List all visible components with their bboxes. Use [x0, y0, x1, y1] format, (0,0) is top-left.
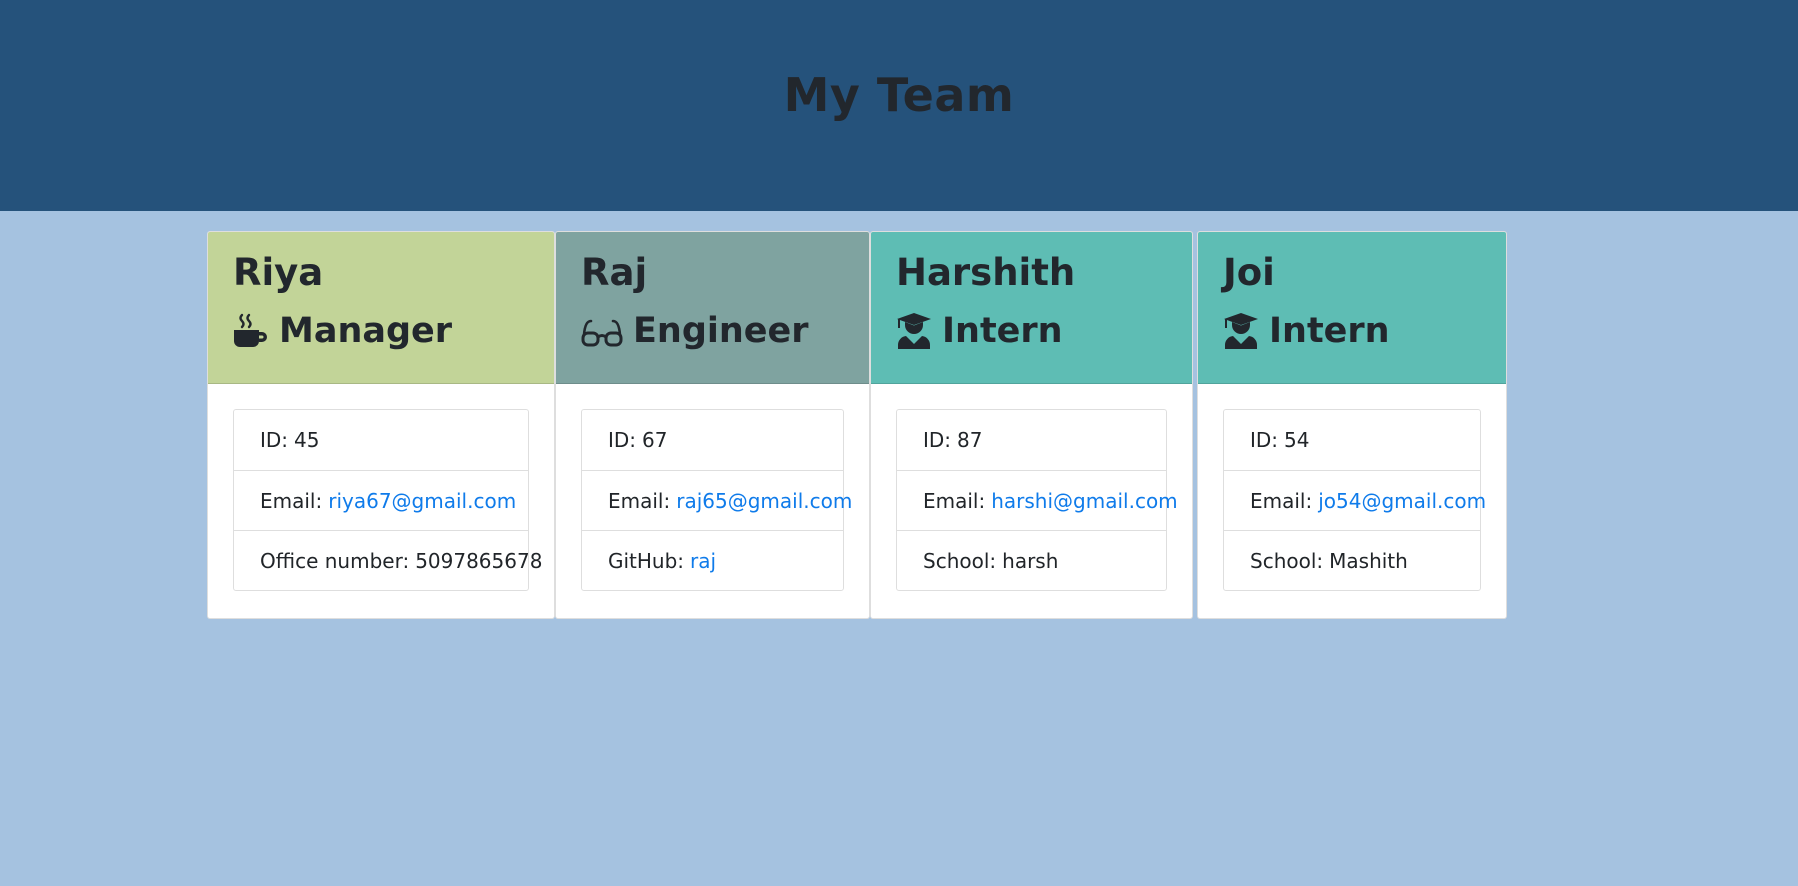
email-row: Email: jo54@gmail.com [1224, 470, 1486, 530]
employee-details: ID: 67 Email: raj65@gmail.com GitHub: ra… [581, 409, 852, 591]
email-link[interactable]: jo54@gmail.com [1318, 489, 1486, 513]
id-value: 54 [1284, 428, 1310, 452]
employee-card-intern: Joi Intern ID: 54 Email: jo54@gmail.com … [1197, 231, 1507, 619]
card-header: Harshith Intern [871, 232, 1192, 384]
school-row: School: Mashith [1224, 530, 1480, 590]
id-row: ID: 45 [234, 410, 528, 470]
github-link[interactable]: raj [690, 549, 716, 573]
employee-name: Riya [233, 251, 324, 294]
id-row: ID: 87 [897, 410, 1166, 470]
role-label: Intern [942, 311, 1063, 351]
card-body: ID: 87 Email: harshi@gmail.com School: h… [871, 384, 1192, 616]
email-link[interactable]: harshi@gmail.com [991, 489, 1177, 513]
card-header: Raj Engineer [556, 232, 869, 384]
user-graduate-icon [896, 313, 932, 349]
school-value: harsh [1002, 548, 1059, 573]
employee-role: Intern [896, 310, 1167, 352]
email-row: Email: harshi@gmail.com [897, 470, 1178, 530]
employee-details: ID: 45 Email: riya67@gmail.com Office nu… [233, 409, 542, 591]
card-header: Riya Manager [208, 232, 554, 384]
email-row: Email: raj65@gmail.com [582, 470, 852, 530]
employee-role: Intern [1223, 310, 1481, 352]
page-title: My Team [783, 67, 1015, 122]
id-label: ID: [1250, 428, 1279, 452]
role-label: Engineer [633, 311, 809, 351]
card-body: ID: 54 Email: jo54@gmail.com School: Mas… [1198, 384, 1506, 616]
role-label: Manager [279, 311, 453, 351]
id-label: ID: [923, 428, 952, 452]
card-header: Joi Intern [1198, 232, 1506, 384]
email-label: Email: [608, 488, 671, 513]
card-body: ID: 67 Email: raj65@gmail.com GitHub: ra… [556, 384, 869, 616]
employee-name: Joi [1223, 251, 1275, 294]
school-row: School: harsh [897, 530, 1166, 590]
github-label: GitHub: [608, 548, 685, 573]
id-label: ID: [260, 428, 289, 452]
page-header: My Team [0, 0, 1798, 211]
github-row: GitHub: raj [582, 530, 843, 590]
office-number-row: Office number: 5097865678 [234, 530, 542, 590]
user-graduate-icon [1223, 313, 1259, 349]
employee-role: Manager [233, 310, 529, 352]
employee-details: ID: 87 Email: harshi@gmail.com School: h… [896, 409, 1178, 591]
office-number-label: Office number: [260, 548, 410, 573]
id-row: ID: 54 [1224, 410, 1480, 470]
email-row: Email: riya67@gmail.com [234, 470, 528, 530]
employee-role: Engineer [581, 310, 844, 352]
email-link[interactable]: raj65@gmail.com [676, 489, 852, 513]
office-number-value: 5097865678 [415, 548, 543, 573]
school-label: School: [923, 548, 997, 573]
id-label: ID: [608, 428, 637, 452]
email-label: Email: [923, 488, 986, 513]
employee-card-manager: Riya Manager ID: 45 Email: riya67@gmail.… [207, 231, 555, 619]
id-value: 67 [642, 428, 668, 452]
id-value: 45 [294, 428, 320, 452]
glasses-icon [581, 313, 623, 349]
card-body: ID: 45 Email: riya67@gmail.com Office nu… [208, 384, 554, 616]
email-link[interactable]: riya67@gmail.com [328, 489, 516, 513]
email-label: Email: [260, 488, 323, 513]
employee-name: Harshith [896, 251, 1076, 294]
school-label: School: [1250, 548, 1324, 573]
id-value: 87 [957, 428, 983, 452]
employee-card-engineer: Raj Engineer ID: 67 Email: raj65@gmail.c… [555, 231, 870, 619]
role-label: Intern [1269, 311, 1390, 351]
team-container: Riya Manager ID: 45 Email: riya67@gmail.… [0, 211, 1798, 886]
email-label: Email: [1250, 488, 1313, 513]
school-value: Mashith [1329, 548, 1408, 573]
employee-name: Raj [581, 251, 648, 294]
id-row: ID: 67 [582, 410, 843, 470]
employee-details: ID: 54 Email: jo54@gmail.com School: Mas… [1223, 409, 1486, 591]
mug-hot-icon [233, 313, 269, 349]
employee-card-intern: Harshith Intern ID: 87 Email: harshi@gma… [870, 231, 1193, 619]
